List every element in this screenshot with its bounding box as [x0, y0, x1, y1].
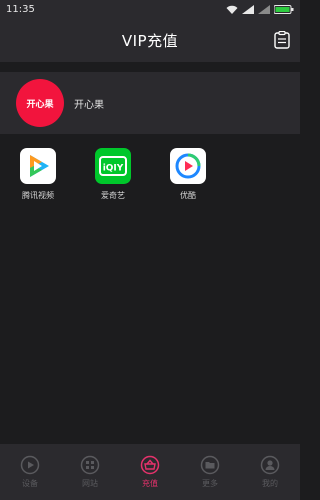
bottom-tab-bar: 设备 网站 充值 更多 我的: [0, 444, 300, 500]
provider-logo: 开心果: [16, 79, 64, 127]
iqiyi-icon: iQIY: [95, 148, 131, 184]
folder-icon: [200, 455, 220, 475]
tab-mine[interactable]: 我的: [240, 444, 300, 500]
youku-icon: [170, 148, 206, 184]
wifi-icon: [226, 5, 238, 14]
tab-label: 更多: [202, 479, 218, 488]
app-youku[interactable]: 优酷: [158, 148, 218, 201]
page-title: VIP充值: [121, 31, 179, 50]
provider-logo-text: 开心果: [26, 99, 54, 110]
battery-icon: [274, 4, 294, 14]
status-bar: 11:35: [0, 0, 300, 18]
provider-card[interactable]: 开心果 开心果: [0, 72, 300, 134]
header-bar: VIP充值: [0, 18, 300, 62]
tencent-video-icon: [20, 148, 56, 184]
tab-websites[interactable]: 网站: [60, 444, 120, 500]
tab-label: 充值: [142, 479, 158, 488]
provider-name: 开心果: [74, 99, 104, 111]
tab-more[interactable]: 更多: [180, 444, 240, 500]
clipboard-icon[interactable]: [274, 31, 290, 49]
tab-recharge[interactable]: 充值: [120, 444, 180, 500]
app-label: 腾讯视频: [22, 191, 54, 200]
recharge-icon: [140, 455, 160, 475]
user-icon: [260, 455, 280, 475]
app-tencent-video[interactable]: 腾讯视频: [8, 148, 68, 201]
tab-label: 设备: [22, 479, 38, 488]
status-icons: [226, 4, 294, 14]
apps-grid: 腾讯视频 iQIY 爱奇艺 优酷: [0, 148, 300, 208]
tab-label: 网站: [82, 479, 98, 488]
app-label: 爱奇艺: [101, 191, 125, 200]
play-circle-icon: [20, 455, 40, 475]
tab-label: 我的: [262, 479, 278, 488]
app-label: 优酷: [180, 191, 196, 200]
status-time: 11:35: [6, 3, 35, 15]
app-iqiyi[interactable]: iQIY 爱奇艺: [83, 148, 143, 201]
tab-devices[interactable]: 设备: [0, 444, 60, 500]
svg-text:iQIY: iQIY: [103, 164, 124, 174]
signal-icon-2: [258, 4, 270, 14]
signal-icon: [242, 4, 254, 14]
grid-icon: [80, 455, 100, 475]
